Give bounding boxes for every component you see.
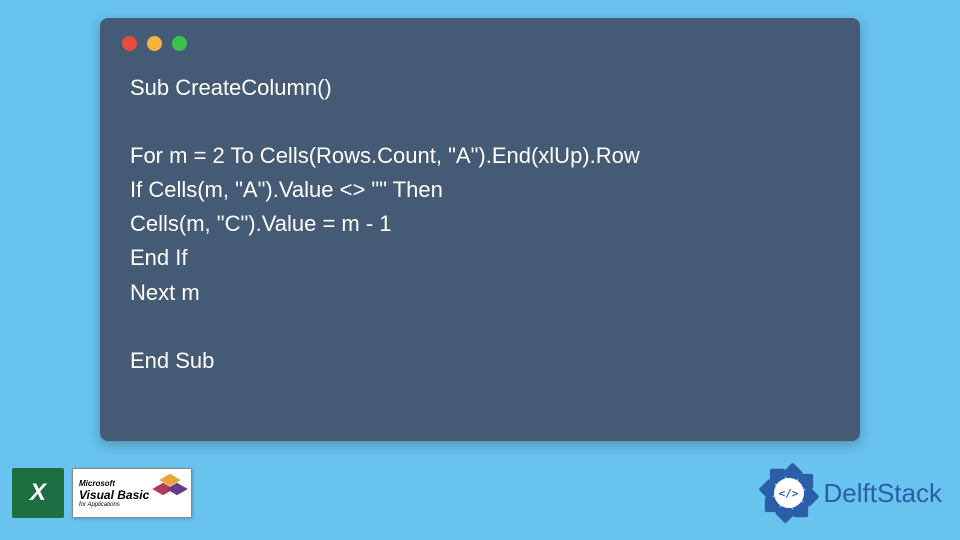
delftstack-logo: </> DelftStack xyxy=(760,464,943,522)
code-content: Sub CreateColumn() For m = 2 To Cells(Ro… xyxy=(100,51,860,378)
visual-basic-logo: Microsoft Visual Basic for Applications xyxy=(72,468,192,518)
left-logos: Microsoft Visual Basic for Applications xyxy=(12,468,192,518)
delftstack-badge-icon: </> xyxy=(760,464,818,522)
delftstack-code-icon: </> xyxy=(774,478,804,508)
footer: Microsoft Visual Basic for Applications xyxy=(0,454,960,532)
close-icon[interactable] xyxy=(122,36,137,51)
window-controls xyxy=(100,18,860,51)
maximize-icon[interactable] xyxy=(172,36,187,51)
excel-logo-icon xyxy=(12,468,64,518)
vb-cubes-icon xyxy=(157,474,187,499)
minimize-icon[interactable] xyxy=(147,36,162,51)
delftstack-label: DelftStack xyxy=(824,478,943,509)
code-window: Sub CreateColumn() For m = 2 To Cells(Ro… xyxy=(100,18,860,441)
vb-sub-label: for Applications xyxy=(79,502,185,508)
